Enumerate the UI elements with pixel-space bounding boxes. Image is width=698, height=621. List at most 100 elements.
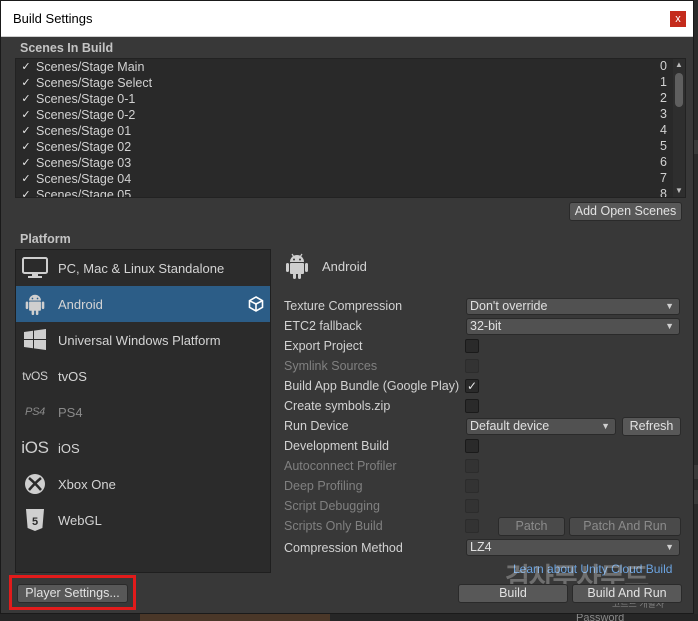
scene-row[interactable]: ✓ Scenes/Stage 01 4 <box>16 123 685 139</box>
scene-row[interactable]: ✓ Scenes/Stage 0-2 3 <box>16 107 685 123</box>
unity-logo-icon <box>248 296 264 312</box>
scene-checkbox[interactable]: ✓ <box>20 109 32 121</box>
add-open-scenes-button[interactable]: Add Open Scenes <box>569 202 682 221</box>
platform-label-text: tvOS <box>58 368 87 384</box>
monitor-icon <box>16 250 54 286</box>
etc2-fallback-label: ETC2 fallback <box>284 319 362 333</box>
android-icon <box>16 286 54 322</box>
html5-icon: 5 <box>16 502 54 538</box>
platform-item-webgl[interactable]: 5 WebGL <box>16 502 270 538</box>
scene-row[interactable]: ✓ Scenes/Stage 04 7 <box>16 171 685 187</box>
scroll-thumb[interactable] <box>675 73 683 107</box>
ios-icon: iOS <box>16 430 54 466</box>
scripts-only-build-checkbox <box>465 519 479 533</box>
checkmark-icon: ✓ <box>466 379 478 393</box>
settings-platform-name: Android <box>322 258 367 274</box>
scene-name: Scenes/Stage 0-2 <box>36 108 136 122</box>
texture-compression-label: Texture Compression <box>284 299 403 313</box>
scroll-up-arrow-icon[interactable]: ▲ <box>673 59 685 71</box>
tvos-icon-text: tvOS <box>22 369 48 383</box>
development-build-label: Development Build <box>284 439 389 453</box>
chevron-down-icon: ▼ <box>665 301 674 311</box>
export-project-checkbox[interactable] <box>465 339 479 353</box>
scripts-only-build-label: Scripts Only Build <box>284 519 383 533</box>
texture-compression-dropdown[interactable]: Don't override ▼ <box>466 298 680 315</box>
compression-method-value: LZ4 <box>470 540 492 554</box>
ps4-icon-text: PS4 <box>25 406 45 418</box>
build-app-bundle-checkbox[interactable]: ✓ <box>465 379 479 393</box>
scene-checkbox[interactable]: ✓ <box>20 61 32 73</box>
scenes-in-build-label: Scenes In Build <box>20 41 114 55</box>
chevron-down-icon: ▼ <box>665 542 674 552</box>
chevron-down-icon: ▼ <box>601 421 610 431</box>
platform-item-xbox-one[interactable]: Xbox One <box>16 466 270 502</box>
development-build-checkbox[interactable] <box>465 439 479 453</box>
scene-row[interactable]: ✓ Scenes/Stage Select 1 <box>16 75 685 91</box>
refresh-button[interactable]: Refresh <box>622 417 681 436</box>
scene-row[interactable]: ✓ Scenes/Stage 0-1 2 <box>16 91 685 107</box>
build-and-run-button[interactable]: Build And Run <box>572 584 682 603</box>
platform-list: PC, Mac & Linux Standalone Android Univers… <box>15 249 271 573</box>
platform-item-tvos[interactable]: tvOS tvOS <box>16 358 270 394</box>
android-icon <box>286 253 308 279</box>
scene-checkbox[interactable]: ✓ <box>20 141 32 153</box>
texture-compression-value: Don't override <box>470 299 548 313</box>
window-title: Build Settings <box>13 11 93 26</box>
platform-label-text: Xbox One <box>58 476 116 492</box>
scene-name: Scenes/Stage 01 <box>36 124 132 138</box>
platform-item-android[interactable]: Android <box>16 286 270 322</box>
compression-method-dropdown[interactable]: LZ4 ▼ <box>466 539 680 556</box>
scene-name: Scenes/Stage 02 <box>36 140 132 154</box>
scene-checkbox[interactable]: ✓ <box>20 93 32 105</box>
etc2-fallback-dropdown[interactable]: 32-bit ▼ <box>466 318 680 335</box>
platform-item-pc-mac-linux-standalone[interactable]: PC, Mac & Linux Standalone <box>16 250 270 286</box>
platform-label-text: iOS <box>58 440 80 456</box>
platform-item-universal-windows-platform[interactable]: Universal Windows Platform <box>16 322 270 358</box>
background-image-strip <box>140 614 330 621</box>
symlink-sources-checkbox <box>465 359 479 373</box>
scenes-scrollbar[interactable]: ▲ ▼ <box>673 59 685 197</box>
run-device-label: Run Device <box>284 419 349 433</box>
deep-profiling-label: Deep Profiling <box>284 479 363 493</box>
create-symbols-checkbox[interactable] <box>465 399 479 413</box>
scene-name: Scenes/Stage Main <box>36 60 145 74</box>
deep-profiling-checkbox <box>465 479 479 493</box>
platform-item-ios[interactable]: iOS iOS <box>16 430 270 466</box>
scene-row[interactable]: ✓ Scenes/Stage 05 8 <box>16 187 685 197</box>
run-device-dropdown[interactable]: Default device ▼ <box>466 418 616 435</box>
scene-index: 3 <box>660 107 667 121</box>
scene-row[interactable]: ✓ Scenes/Stage 02 5 <box>16 139 685 155</box>
platform-label-text: PS4 <box>58 404 83 420</box>
scene-checkbox[interactable]: ✓ <box>20 77 32 89</box>
platform-label-text: Universal Windows Platform <box>58 332 221 348</box>
title-bar[interactable]: Build Settings <box>1 1 693 37</box>
autoconnect-profiler-checkbox <box>465 459 479 473</box>
scene-row[interactable]: ✓ Scenes/Stage Main 0 <box>16 59 685 75</box>
scene-row[interactable]: ✓ Scenes/Stage 03 6 <box>16 155 685 171</box>
scene-name: Scenes/Stage 03 <box>36 156 132 170</box>
close-button[interactable]: x <box>670 11 686 27</box>
patch-button[interactable]: Patch <box>498 517 565 536</box>
tvos-icon: tvOS <box>16 358 54 394</box>
scroll-down-arrow-icon[interactable]: ▼ <box>673 185 685 197</box>
scene-checkbox[interactable]: ✓ <box>20 157 32 169</box>
scene-checkbox[interactable]: ✓ <box>20 125 32 137</box>
platform-item-ps4[interactable]: PS4 PS4 <box>16 394 270 430</box>
scene-name: Scenes/Stage 0-1 <box>36 92 136 106</box>
build-button[interactable]: Build <box>458 584 568 603</box>
autoconnect-profiler-label: Autoconnect Profiler <box>284 459 397 473</box>
scene-checkbox[interactable]: ✓ <box>20 189 32 197</box>
platform-label-text: Android <box>58 296 103 312</box>
scene-index: 6 <box>660 155 667 169</box>
script-debugging-checkbox <box>465 499 479 513</box>
scene-name: Scenes/Stage 04 <box>36 172 132 186</box>
svg-text:5: 5 <box>32 516 38 528</box>
chevron-down-icon: ▼ <box>665 321 674 331</box>
run-device-value: Default device <box>470 419 550 433</box>
scene-checkbox[interactable]: ✓ <box>20 173 32 185</box>
scenes-list[interactable]: ✓ Scenes/Stage Main 0 ✓ Scenes/Stage Select 1… <box>15 58 686 198</box>
platform-settings-header: Android <box>284 252 367 280</box>
patch-and-run-button[interactable]: Patch And Run <box>569 517 681 536</box>
xbox-icon <box>16 466 54 502</box>
export-project-label: Export Project <box>284 339 363 353</box>
